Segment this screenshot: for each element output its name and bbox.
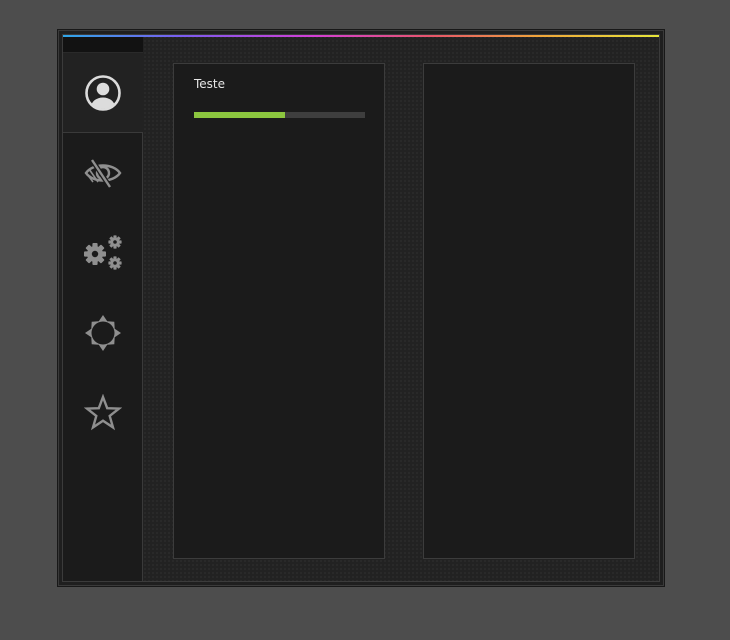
user-circle-icon (84, 74, 122, 112)
panel-title: Teste (194, 77, 226, 91)
sun-icon (83, 313, 123, 353)
sidebar-item-brightness[interactable] (63, 293, 143, 373)
star-icon (84, 394, 122, 432)
sidebar (63, 37, 143, 581)
sidebar-item-favorites[interactable] (63, 373, 143, 453)
window-content: Teste (62, 34, 660, 582)
sidebar-top-tab[interactable] (63, 37, 143, 53)
content-panel-right (423, 63, 635, 559)
content-panel-left: Teste (173, 63, 385, 559)
sidebar-item-settings[interactable] (63, 213, 143, 293)
app-window: Teste (57, 29, 665, 587)
progress-bar (194, 112, 365, 118)
gears-icon (82, 234, 124, 272)
eye-slash-icon (83, 155, 123, 191)
sidebar-item-profile[interactable] (63, 53, 143, 133)
rainbow-accent-bar (63, 35, 659, 37)
sidebar-item-visibility[interactable] (63, 133, 143, 213)
progress-bar-fill (194, 112, 285, 118)
